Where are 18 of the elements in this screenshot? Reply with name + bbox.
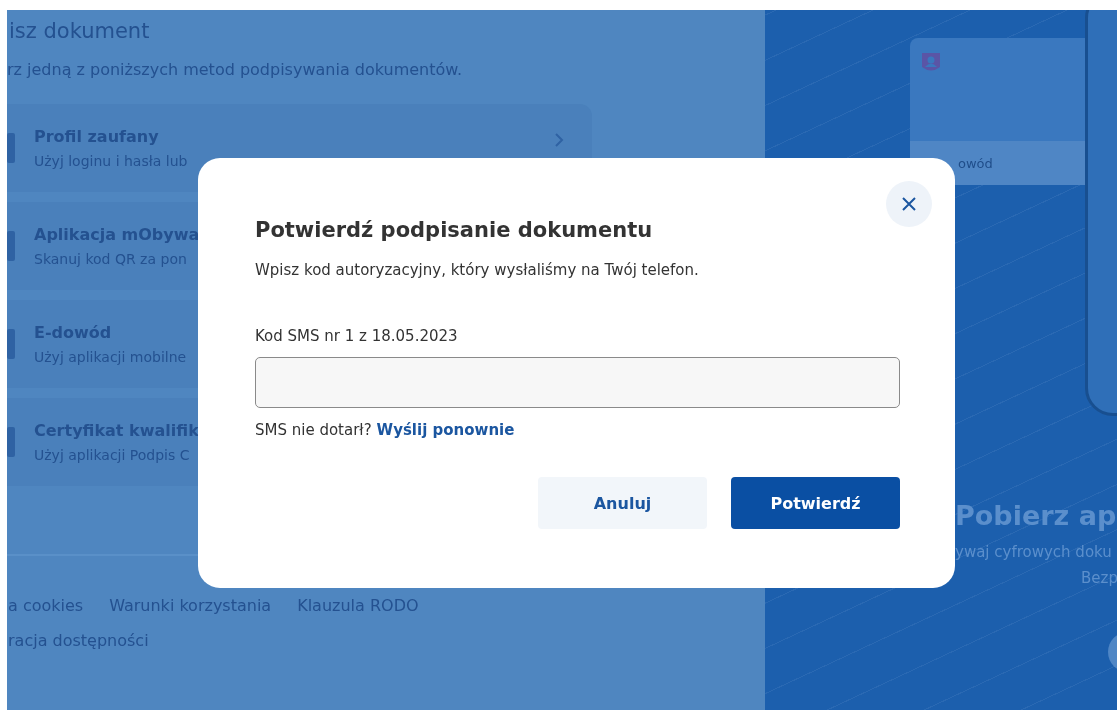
method-icon [7,133,15,163]
resend-question: SMS nie dotarł? [255,421,372,439]
dialog-description: Wpisz kod autoryzacyjny, który wysłaliśmy na Twój telefon. [255,260,700,280]
secondary-button[interactable]: Anuluj [538,477,707,529]
method-icon [7,329,15,359]
promo-text: ywaj cyfrowych doku [955,542,1113,563]
promo-text: Bezp [1080,568,1117,589]
dialog-title: Potwierdź podpisanie dokumentu [255,217,654,244]
promo-heading: Pobierz ap [955,500,1117,531]
method-icon [7,231,15,261]
close-button[interactable] [886,181,932,227]
primary-button[interactable]: Potwierdź [731,477,900,529]
resend-link[interactable]: Wyślij ponownie [376,421,515,439]
close-icon [901,196,917,212]
sms-code-field[interactable] [255,357,900,408]
method-icon [7,427,15,457]
field-label: Kod SMS nr 1 z 18.05.2023 [255,326,459,346]
card-label: owód [958,155,993,171]
